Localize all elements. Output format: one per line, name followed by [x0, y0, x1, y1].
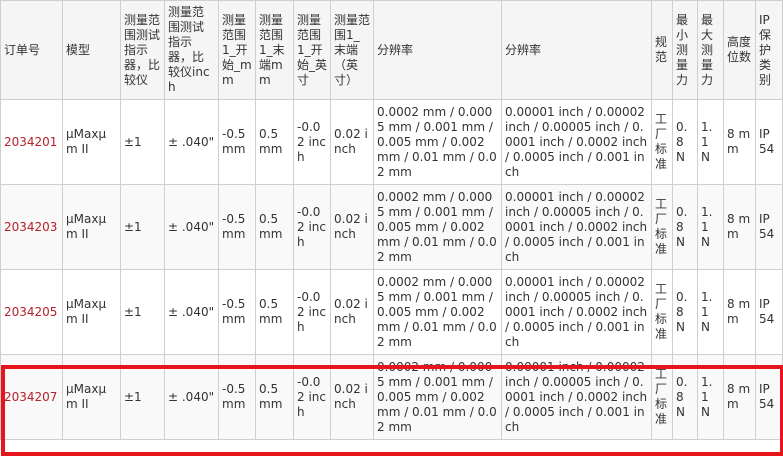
table-row: 2034203 µMaxµm II ±1 ± .040" -0.5 mm 0.5… [0, 184, 783, 270]
start-mm-cell: -0.5 mm [218, 269, 256, 355]
ip-class-cell: IP 54 [755, 99, 783, 185]
min-force-cell: 0.8 N [672, 269, 698, 355]
specification-cell: 工厂标准 [651, 354, 673, 440]
min-force-cell: 0.8 N [672, 354, 698, 440]
table-row-highlighted: 2034207 µMaxµm II ±1 ± .040" -0.5 mm 0.5… [0, 354, 783, 440]
range-inch-cell: ± .040" [164, 99, 219, 185]
order-number-link[interactable]: 2034207 [4, 390, 57, 404]
specification-cell: 工厂标准 [651, 269, 673, 355]
resolution-mm-cell: 0.0002 mm / 0.0005 mm / 0.001 mm / 0.005… [373, 184, 502, 270]
table-row: 2034205 µMaxµm II ±1 ± .040" -0.5 mm 0.5… [0, 269, 783, 355]
start-inch-cell: -0.02 inch [293, 184, 331, 270]
max-force-cell: 1.1 N [697, 99, 724, 185]
end-inch-cell: 0.02 inch [330, 99, 374, 185]
model-cell: µMaxµm II [62, 354, 121, 440]
resolution-inch-cell: 0.00001 inch / 0.00002 inch / 0.00005 in… [501, 269, 652, 355]
start-inch-cell: -0.02 inch [293, 99, 331, 185]
start-mm-cell: -0.5 mm [218, 354, 256, 440]
height-digits-cell: 8 mm [723, 354, 756, 440]
header-end-mm: 测量范围1_末端mm [255, 0, 294, 100]
header-range-mm: 测量范围测试指示器，比较仪 [120, 0, 165, 100]
end-mm-cell: 0.5 mm [255, 99, 294, 185]
specification-cell: 工厂标准 [651, 184, 673, 270]
order-cell: 2034201 [0, 99, 63, 185]
header-start-inch: 测量范围1_开始_英寸 [293, 0, 331, 100]
resolution-mm-cell: 0.0002 mm / 0.0005 mm / 0.001 mm / 0.005… [373, 99, 502, 185]
resolution-inch-cell: 0.00001 inch / 0.00002 inch / 0.00005 in… [501, 354, 652, 440]
ip-class-cell: IP 54 [755, 269, 783, 355]
resolution-inch-cell: 0.00001 inch / 0.00002 inch / 0.00005 in… [501, 184, 652, 270]
height-digits-cell: 8 mm [723, 99, 756, 185]
range-inch-cell: ± .040" [164, 269, 219, 355]
ip-class-cell: IP 54 [755, 354, 783, 440]
model-cell: µMaxµm II [62, 184, 121, 270]
height-digits-cell: 8 mm [723, 184, 756, 270]
height-digits-cell: 8 mm [723, 269, 756, 355]
range-mm-cell: ±1 [120, 354, 165, 440]
end-mm-cell: 0.5 mm [255, 269, 294, 355]
range-mm-cell: ±1 [120, 269, 165, 355]
end-inch-cell: 0.02 inch [330, 184, 374, 270]
header-resolution-mm: 分辨率 [373, 0, 502, 100]
order-cell: 2034207 [0, 354, 63, 440]
header-order: 订单号 [0, 0, 63, 100]
model-cell: µMaxµm II [62, 99, 121, 185]
end-inch-cell: 0.02 inch [330, 354, 374, 440]
start-mm-cell: -0.5 mm [218, 99, 256, 185]
header-start-mm: 测量范围1_开始_mm [218, 0, 256, 100]
order-number-link[interactable]: 2034203 [4, 220, 57, 234]
max-force-cell: 1.1 N [697, 269, 724, 355]
header-min-force: 最小测量力 [672, 0, 698, 100]
order-number-link[interactable]: 2034205 [4, 305, 57, 319]
resolution-mm-cell: 0.0002 mm / 0.0005 mm / 0.001 mm / 0.005… [373, 354, 502, 440]
product-table: 订单号 模型 测量范围测试指示器，比较仪 测量范围测试指示器，比较仪inch 测… [0, 0, 783, 440]
start-inch-cell: -0.02 inch [293, 269, 331, 355]
header-range-inch: 测量范围测试指示器，比较仪inch [164, 0, 219, 100]
specification-cell: 工厂标准 [651, 99, 673, 185]
max-force-cell: 1.1 N [697, 184, 724, 270]
table-header-row: 订单号 模型 测量范围测试指示器，比较仪 测量范围测试指示器，比较仪inch 测… [0, 0, 783, 100]
start-mm-cell: -0.5 mm [218, 184, 256, 270]
header-resolution-inch: 分辨率 [501, 0, 652, 100]
table-row: 2034201 µMaxµm II ±1 ± .040" -0.5 mm 0.5… [0, 99, 783, 185]
range-inch-cell: ± .040" [164, 354, 219, 440]
min-force-cell: 0.8 N [672, 184, 698, 270]
resolution-inch-cell: 0.00001 inch / 0.00002 inch / 0.00005 in… [501, 99, 652, 185]
end-inch-cell: 0.02 inch [330, 269, 374, 355]
header-model: 模型 [62, 0, 121, 100]
min-force-cell: 0.8 N [672, 99, 698, 185]
header-ip-class: IP保护类别 [755, 0, 783, 100]
range-mm-cell: ±1 [120, 184, 165, 270]
header-height-digits: 高度位数 [723, 0, 756, 100]
max-force-cell: 1.1 N [697, 354, 724, 440]
end-mm-cell: 0.5 mm [255, 184, 294, 270]
range-inch-cell: ± .040" [164, 184, 219, 270]
header-max-force: 最大测量力 [697, 0, 724, 100]
resolution-mm-cell: 0.0002 mm / 0.0005 mm / 0.001 mm / 0.005… [373, 269, 502, 355]
start-inch-cell: -0.02 inch [293, 354, 331, 440]
model-cell: µMaxµm II [62, 269, 121, 355]
header-end-inch: 测量范围1_末端（英寸） [330, 0, 374, 100]
order-cell: 2034205 [0, 269, 63, 355]
order-cell: 2034203 [0, 184, 63, 270]
range-mm-cell: ±1 [120, 99, 165, 185]
header-specification: 规范 [651, 0, 673, 100]
order-number-link[interactable]: 2034201 [4, 135, 57, 149]
end-mm-cell: 0.5 mm [255, 354, 294, 440]
ip-class-cell: IP 54 [755, 184, 783, 270]
